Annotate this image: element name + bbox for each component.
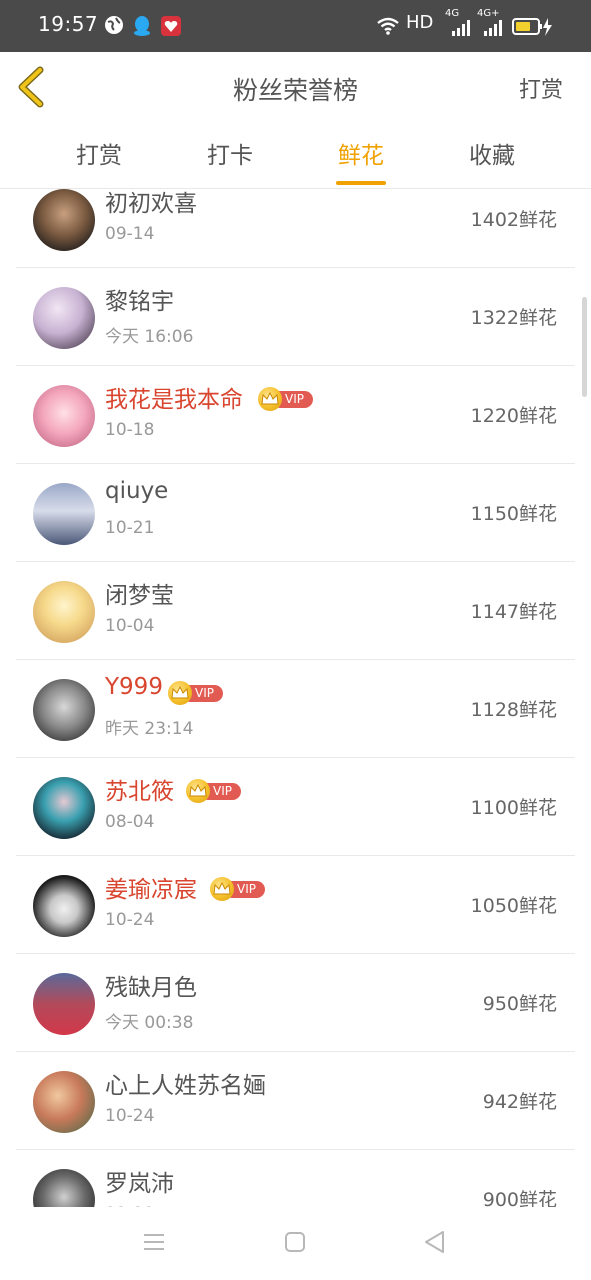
reward-button[interactable]: 打赏: [519, 72, 563, 104]
user-name: 苏北筱: [105, 779, 174, 805]
tab-checkin[interactable]: 打卡: [165, 122, 295, 188]
avatar[interactable]: [33, 875, 95, 937]
app-header: 粉丝荣誉榜 打赏: [0, 52, 591, 123]
tab-reward[interactable]: 打赏: [34, 122, 164, 188]
vip-badge: VIP: [210, 877, 265, 901]
avatar[interactable]: [33, 483, 95, 545]
chevron-left-icon: [18, 66, 44, 108]
crown-icon: [258, 387, 282, 411]
vip-badge: VIP: [168, 681, 223, 705]
status-time: 19:57: [38, 12, 99, 36]
avatar[interactable]: [33, 1071, 95, 1133]
flower-count: 942鲜花: [482, 1091, 557, 1113]
list-item[interactable]: qiuye 10-21 1150鲜花: [0, 464, 591, 562]
signal-icon-1: [452, 20, 474, 42]
user-date: 今天 00:38: [105, 1013, 194, 1033]
tab-favorites[interactable]: 收藏: [427, 122, 557, 188]
user-date: 10-04: [105, 616, 155, 636]
globe-icon: [104, 15, 126, 37]
user-name: 黎铭宇: [105, 289, 174, 315]
list-item[interactable]: 闭梦莹 10-04 1147鲜花: [0, 562, 591, 660]
user-name: 残缺月色: [105, 975, 197, 1001]
user-date: 10-21: [105, 518, 155, 538]
app-heart-icon: [160, 15, 182, 37]
signal-label-1: 4G: [445, 8, 460, 19]
nav-home-button[interactable]: [282, 1229, 312, 1259]
user-name: 初初欢喜: [105, 191, 197, 217]
flower-count: 1150鲜花: [470, 503, 557, 525]
triangle-back-icon: [425, 1231, 444, 1253]
flower-count: 1100鲜花: [470, 797, 557, 819]
flower-count: 1220鲜花: [470, 405, 557, 427]
nav-back-button[interactable]: [422, 1229, 452, 1259]
network-label: HD: [406, 12, 434, 33]
user-name: 我花是我本命: [105, 387, 243, 413]
user-date: 今天 16:06: [105, 327, 194, 347]
list-item[interactable]: 我花是我本命 VIP 10-18 1220鲜花: [0, 366, 591, 464]
tab-label: 打卡: [207, 143, 253, 169]
nav-menu-button[interactable]: [141, 1229, 171, 1259]
status-bar: 19:57 HD 4G 4G+: [0, 0, 591, 52]
vip-badge: VIP: [258, 387, 313, 411]
flower-count: 1147鲜花: [470, 601, 557, 623]
avatar[interactable]: [33, 581, 95, 643]
list-item[interactable]: 罗岚沛 09-19 900鲜花: [0, 1150, 591, 1207]
avatar[interactable]: [33, 777, 95, 839]
wifi-icon: [376, 16, 399, 38]
user-date: 10-24: [105, 1106, 155, 1126]
crown-icon: [210, 877, 234, 901]
list-item[interactable]: Y999 VIP 昨天 23:14 1128鲜花: [0, 660, 591, 758]
system-nav-bar: [0, 1207, 591, 1280]
flower-count: 950鲜花: [482, 993, 557, 1015]
avatar[interactable]: [33, 385, 95, 447]
user-name: 心上人姓苏名婳: [105, 1073, 266, 1099]
battery-icon: [512, 16, 552, 38]
flower-count: 1128鲜花: [470, 699, 557, 721]
crown-icon: [168, 681, 192, 705]
list-item[interactable]: 黎铭宇 今天 16:06 1322鲜花: [0, 268, 591, 366]
avatar[interactable]: [33, 287, 95, 349]
avatar[interactable]: [33, 973, 95, 1035]
flower-count: 1322鲜花: [470, 307, 557, 329]
signal-label-2: 4G+: [477, 8, 500, 19]
list-item[interactable]: 心上人姓苏名婳 10-24 942鲜花: [0, 1052, 591, 1150]
user-date: 09-14: [105, 224, 155, 244]
avatar[interactable]: [33, 679, 95, 741]
tab-flowers[interactable]: 鲜花: [296, 122, 426, 188]
user-name: qiuye: [105, 478, 169, 504]
list-item[interactable]: 姜瑜凉宸 VIP 10-24 1050鲜花: [0, 856, 591, 954]
tab-bar: 打赏 打卡 鲜花 收藏: [0, 122, 591, 189]
user-name: Y999: [105, 674, 163, 700]
avatar[interactable]: [33, 1169, 95, 1207]
qq-icon: [132, 15, 154, 37]
user-date: 10-18: [105, 420, 155, 440]
tab-label: 收藏: [469, 143, 515, 169]
list-item[interactable]: 苏北筱 VIP 08-04 1100鲜花: [0, 758, 591, 856]
list-item[interactable]: 残缺月色 今天 00:38 950鲜花: [0, 954, 591, 1052]
user-name: 闭梦莹: [105, 583, 174, 609]
tab-label: 打赏: [76, 143, 122, 169]
user-name: 姜瑜凉宸: [105, 877, 197, 903]
user-name: 罗岚沛: [105, 1171, 174, 1197]
square-home-icon: [285, 1232, 305, 1252]
tab-label: 鲜花: [338, 143, 384, 169]
crown-icon: [186, 779, 210, 803]
fan-ranking-list[interactable]: 初初欢喜 09-14 1402鲜花 黎铭宇 今天 16:06 1322鲜花 我花…: [0, 189, 591, 1207]
flower-count: 1050鲜花: [470, 895, 557, 917]
flower-count: 1402鲜花: [470, 209, 557, 231]
back-button[interactable]: [12, 64, 52, 110]
menu-icon: [144, 1234, 164, 1250]
user-date: 08-04: [105, 812, 155, 832]
flower-count: 900鲜花: [482, 1189, 557, 1207]
user-date: 昨天 23:14: [105, 719, 194, 739]
scrollbar-thumb[interactable]: [582, 297, 587, 397]
user-date: 10-24: [105, 910, 155, 930]
signal-icon-2: [484, 20, 506, 42]
page-title: 粉丝荣誉榜: [232, 76, 358, 105]
tab-active-indicator: [336, 181, 386, 185]
vip-badge: VIP: [186, 779, 241, 803]
list-item[interactable]: 初初欢喜 09-14 1402鲜花: [0, 189, 591, 268]
avatar[interactable]: [33, 189, 95, 251]
